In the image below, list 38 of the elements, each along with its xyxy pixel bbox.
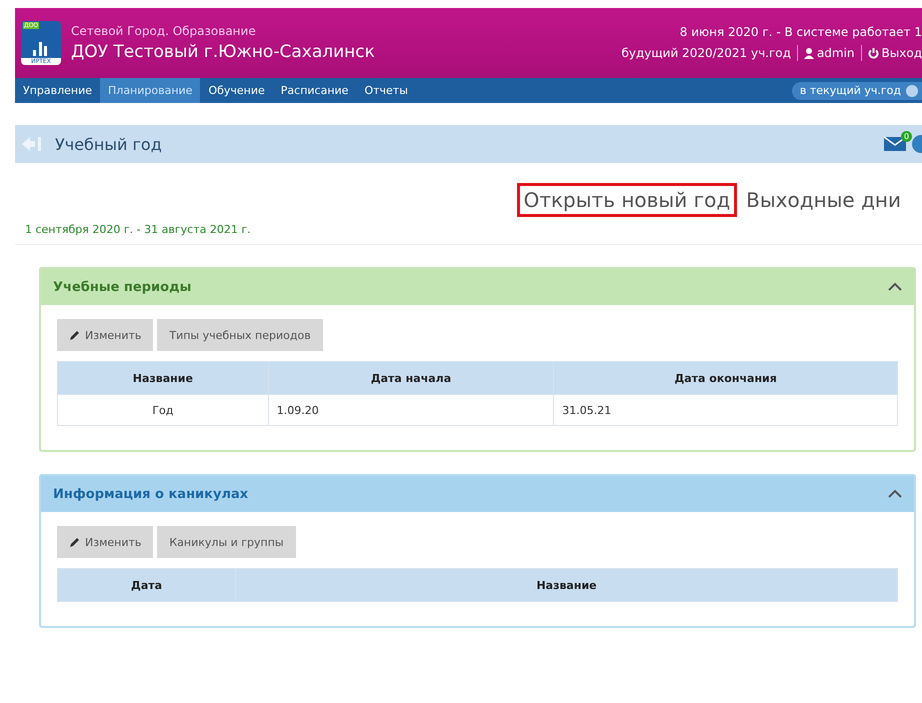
column-header: Название xyxy=(236,568,898,602)
page-title: Учебный год xyxy=(55,134,162,154)
menu-tab[interactable]: Расписание xyxy=(272,78,356,103)
logout-link[interactable]: Выход xyxy=(868,46,922,60)
column-header: Дата окончания xyxy=(554,362,898,394)
table-cell: Год xyxy=(58,394,268,426)
action-link[interactable]: Выходные дни xyxy=(739,183,908,217)
school-year-link[interactable]: будущий 2020/2021 уч.год xyxy=(621,46,791,60)
panel-title: Информация о каникулах xyxy=(53,486,248,502)
power-icon xyxy=(868,48,879,58)
table-cell: 1.09.20 xyxy=(268,394,554,426)
user-link[interactable]: admin xyxy=(804,46,855,60)
collapse-icon[interactable] xyxy=(888,489,902,499)
menu-tab[interactable]: Обучение xyxy=(200,78,273,103)
action-link[interactable]: Открыть новый год xyxy=(516,183,738,217)
period-text: 1 сентября 2020 г. - 31 августа 2021 г. xyxy=(25,223,252,236)
menu-tab[interactable]: Планирование xyxy=(100,78,200,103)
year-toggle[interactable]: в текущий уч.год xyxy=(792,82,922,100)
column-header: Дата xyxy=(58,568,236,602)
panel-title: Учебные периоды xyxy=(53,280,192,294)
column-header: Дата начала xyxy=(268,362,554,394)
status-text: 8 июня 2020 г. - В системе работает 1 xyxy=(680,25,922,39)
system-name: Сетевой Город. Образование xyxy=(71,24,257,38)
help-icon[interactable] xyxy=(912,135,922,153)
pencil-icon xyxy=(69,536,81,548)
table-cell: 31.05.21 xyxy=(554,394,898,426)
mail-count-badge: 0 xyxy=(901,131,912,142)
panel-button[interactable]: Типы учебных периодов xyxy=(157,319,323,351)
column-header: Название xyxy=(58,362,268,394)
collapse-icon[interactable] xyxy=(888,282,902,292)
user-icon xyxy=(804,48,814,58)
edit-button[interactable]: Изменить xyxy=(57,526,154,558)
menu-tab[interactable]: Управление xyxy=(15,78,100,103)
organization-name: ДОУ Тестовый г.Южно-Сахалинск xyxy=(71,42,375,62)
pencil-icon xyxy=(69,329,81,341)
edit-button[interactable]: Изменить xyxy=(57,319,154,351)
panel-button[interactable]: Каникулы и группы xyxy=(157,526,296,558)
menu-tab[interactable]: Отчеты xyxy=(356,78,416,103)
